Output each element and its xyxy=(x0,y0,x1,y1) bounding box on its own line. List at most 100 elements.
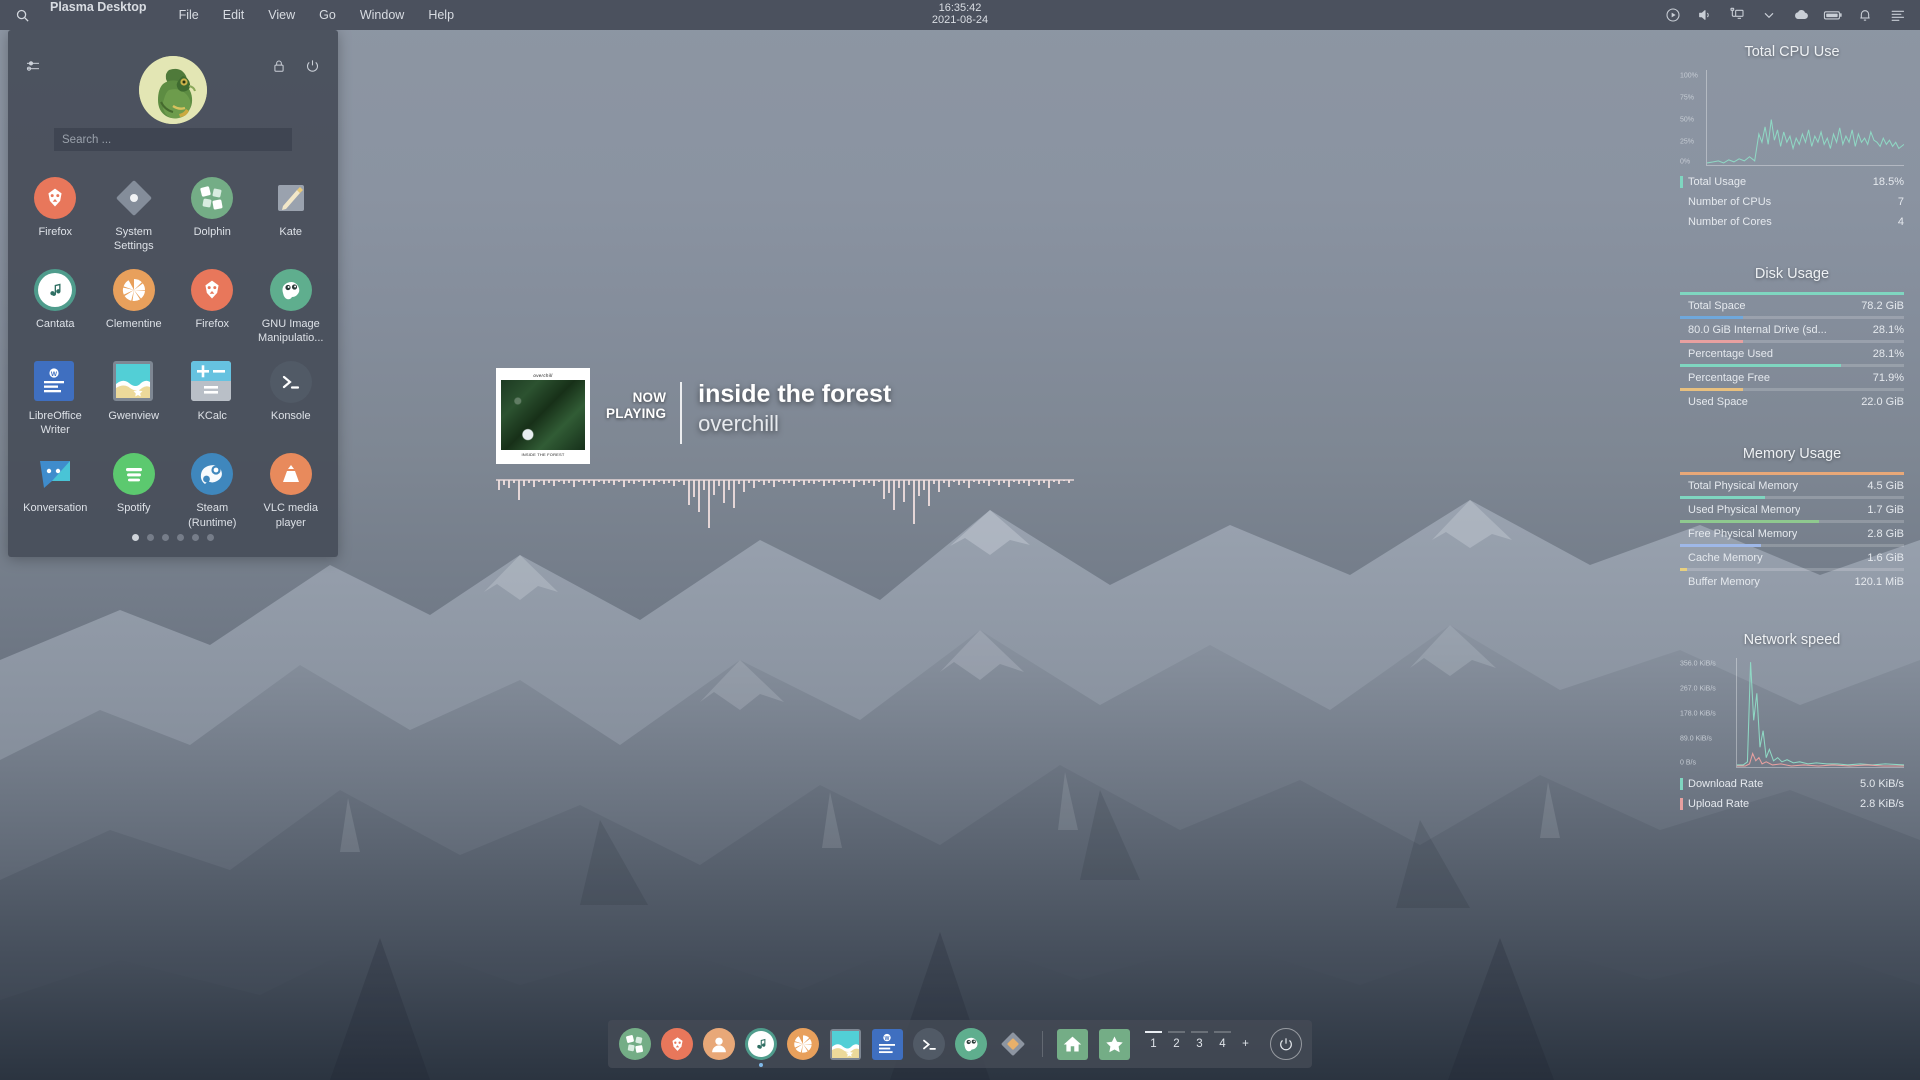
desktop-3[interactable]: 3 xyxy=(1189,1027,1210,1061)
stat-value: 28.1% xyxy=(1873,324,1904,336)
vlc-icon xyxy=(270,453,312,495)
chevron-down-icon[interactable] xyxy=(1754,0,1784,30)
menu-icon[interactable] xyxy=(1882,0,1912,30)
app-label: Gwenview xyxy=(108,409,159,423)
power-icon[interactable] xyxy=(305,58,320,79)
app-konversation[interactable]: Konversation xyxy=(16,453,95,529)
page-dot-4[interactable] xyxy=(177,534,184,541)
dock-item-dolphin[interactable] xyxy=(618,1027,652,1061)
user-avatar[interactable] xyxy=(139,56,207,124)
stat-value: 2.8 KiB/s xyxy=(1860,798,1904,810)
stat-value: 4 xyxy=(1898,216,1904,228)
page-dot-5[interactable] xyxy=(192,534,199,541)
kcalc-icon xyxy=(191,361,233,403)
search-input[interactable] xyxy=(54,128,292,151)
app-steam[interactable]: Steam (Runtime) xyxy=(173,453,252,529)
app-gimp[interactable]: GNU Image Manipulatio... xyxy=(252,269,331,345)
cloud-icon[interactable] xyxy=(1786,0,1816,30)
cpu-stats: Total Usage 18.5% Number of CPUs 7 Numbe… xyxy=(1680,172,1904,232)
menu-edit[interactable]: Edit xyxy=(211,0,257,30)
dock-item-home[interactable] xyxy=(1055,1027,1089,1061)
lock-icon[interactable] xyxy=(272,58,286,79)
launcher-page-indicator[interactable] xyxy=(8,534,338,541)
stat-value: 22.0 GiB xyxy=(1861,396,1904,408)
stat-value: 28.1% xyxy=(1873,348,1904,360)
status-tick xyxy=(1680,176,1683,188)
dock-item-gwenview[interactable] xyxy=(828,1027,862,1061)
cantata-icon xyxy=(34,269,76,311)
menu-go[interactable]: Go xyxy=(307,0,348,30)
stat-name: Total Physical Memory xyxy=(1688,480,1798,492)
dock-item-favorites[interactable] xyxy=(1097,1027,1131,1061)
list-item: Buffer Memory 120.1 MiB xyxy=(1680,568,1904,592)
desktop-4[interactable]: 4 xyxy=(1212,1027,1233,1061)
active-application-name[interactable]: Plasma Desktop xyxy=(44,0,167,30)
dock-item-libreoffice[interactable]: W xyxy=(870,1027,904,1061)
desktop-2[interactable]: 2 xyxy=(1166,1027,1187,1061)
divider xyxy=(680,382,682,444)
battery-icon[interactable] xyxy=(1818,0,1848,30)
divider xyxy=(1042,1031,1043,1057)
app-cantata[interactable]: Cantata xyxy=(16,269,95,345)
list-item: Total Space 78.2 GiB xyxy=(1680,292,1904,316)
volume-icon[interactable] xyxy=(1690,0,1720,30)
dock-item-gimp[interactable] xyxy=(954,1027,988,1061)
page-dot-1[interactable] xyxy=(132,534,139,541)
app-label: Firefox xyxy=(38,225,72,239)
progress-bar xyxy=(1680,316,1904,319)
app-label: System Settings xyxy=(98,225,170,253)
page-dot-6[interactable] xyxy=(207,534,214,541)
app-label: Konversation xyxy=(23,501,87,515)
display-network-icon[interactable] xyxy=(1722,0,1752,30)
app-clementine[interactable]: Clementine xyxy=(95,269,174,345)
list-item: Percentage Free 71.9% xyxy=(1680,364,1904,388)
dock-item-user[interactable] xyxy=(702,1027,736,1061)
menu-file[interactable]: File xyxy=(167,0,211,30)
stat-name: Total Space xyxy=(1688,300,1745,312)
app-dolphin[interactable]: Dolphin xyxy=(173,177,252,253)
app-firefox[interactable]: Firefox xyxy=(16,177,95,253)
app-spotify[interactable]: Spotify xyxy=(95,453,174,529)
cpu-section-title: Total CPU Use xyxy=(1680,44,1904,60)
search-icon[interactable] xyxy=(0,8,44,23)
konversation-icon xyxy=(34,453,76,495)
dock-item-konsole[interactable] xyxy=(912,1027,946,1061)
app-kcalc[interactable]: KCalc xyxy=(173,361,252,437)
menu-help[interactable]: Help xyxy=(416,0,466,30)
dock-item-cantata[interactable] xyxy=(744,1027,778,1061)
notifications-icon[interactable] xyxy=(1850,0,1880,30)
media-player-icon[interactable] xyxy=(1658,0,1688,30)
power-icon[interactable] xyxy=(1270,1028,1302,1060)
cpu-ytick-25: 25% xyxy=(1680,139,1694,146)
menu-view[interactable]: View xyxy=(256,0,307,30)
album-art: overchill INSIDE THE FOREST xyxy=(496,368,590,464)
sliders-icon[interactable] xyxy=(24,58,42,79)
menu-window[interactable]: Window xyxy=(348,0,416,30)
app-label: Spotify xyxy=(117,501,151,515)
konsole-icon xyxy=(270,361,312,403)
page-dot-2[interactable] xyxy=(147,534,154,541)
app-kate[interactable]: Kate xyxy=(252,177,331,253)
stat-name: Free Physical Memory xyxy=(1688,528,1797,540)
clock[interactable]: 16:35:42 2021-08-24 xyxy=(932,2,988,27)
app-konsole[interactable]: Konsole xyxy=(252,361,331,437)
track-artist: overchill xyxy=(698,411,891,437)
page-dot-3[interactable] xyxy=(162,534,169,541)
dock-item-diamond[interactable] xyxy=(996,1027,1030,1061)
app-gwenview[interactable]: Gwenview xyxy=(95,361,174,437)
app-firefox-2[interactable]: Firefox xyxy=(173,269,252,345)
stat-name: Used Space xyxy=(1688,396,1748,408)
status-tick xyxy=(1680,778,1683,790)
app-vlc[interactable]: VLC media player xyxy=(252,453,331,529)
app-libreoffice-writer[interactable]: W LibreOffice Writer xyxy=(16,361,95,437)
dock-item-clementine[interactable] xyxy=(786,1027,820,1061)
app-label: GNU Image Manipulatio... xyxy=(255,317,327,345)
clock-date: 2021-08-24 xyxy=(932,14,988,26)
stat-value: 4.5 GiB xyxy=(1867,480,1904,492)
app-system-settings[interactable]: System Settings xyxy=(95,177,174,253)
dock-item-firefox[interactable] xyxy=(660,1027,694,1061)
stat-value: 1.6 GiB xyxy=(1867,552,1904,564)
stat-name: Total Usage xyxy=(1688,176,1746,188)
desktop-1[interactable]: 1 xyxy=(1143,1027,1164,1061)
add-desktop-button[interactable]: + xyxy=(1235,1027,1256,1061)
